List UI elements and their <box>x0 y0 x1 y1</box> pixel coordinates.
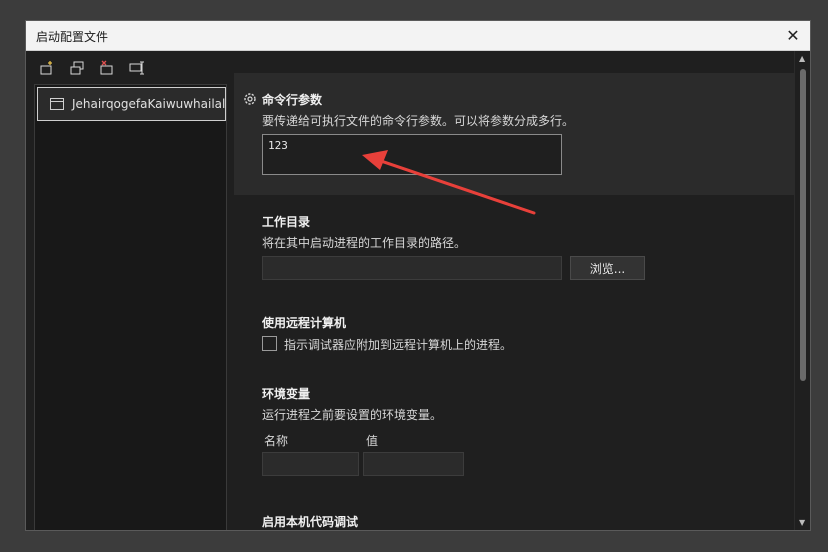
settings-panel: 命令行参数 要传递给可执行文件的命令行参数。可以将参数分成多行。 123 工作目… <box>234 51 794 530</box>
args-description: 要传递给可执行文件的命令行参数。可以将参数分成多行。 <box>262 114 575 128</box>
args-textarea[interactable]: 123 <box>262 134 562 175</box>
workdir-input[interactable] <box>262 256 562 280</box>
profiles-panel: JehairqogefaKaiwuwhailall ◀ ▶ <box>26 51 234 530</box>
env-title: 环境变量 <box>262 387 311 401</box>
close-icon[interactable]: ✕ <box>782 25 804 47</box>
browse-button[interactable]: 浏览... <box>570 256 645 280</box>
gear-icon <box>244 93 256 105</box>
profile-name: JehairqogefaKaiwuwhailall <box>72 97 226 111</box>
window-icon <box>50 98 64 110</box>
workdir-title: 工作目录 <box>262 215 311 229</box>
delete-profile-icon[interactable] <box>96 57 118 79</box>
scroll-thumb[interactable] <box>800 69 806 381</box>
copy-profile-icon[interactable] <box>66 57 88 79</box>
workdir-description: 将在其中启动进程的工作目录的路径。 <box>262 236 467 250</box>
env-value-header: 值 <box>366 434 379 448</box>
remote-checkbox-label[interactable]: 指示调试器应附加到远程计算机上的进程。 <box>284 336 512 353</box>
remote-title: 使用远程计算机 <box>262 316 347 330</box>
args-title: 命令行参数 <box>262 93 323 107</box>
list-item[interactable]: JehairqogefaKaiwuwhailall <box>37 87 226 121</box>
rename-profile-icon[interactable] <box>126 57 148 79</box>
env-name-header: 名称 <box>264 434 289 448</box>
env-value-input[interactable] <box>363 452 464 476</box>
profiles-toolbar <box>36 57 148 81</box>
launch-profiles-dialog: 启动配置文件 ✕ JehairqogefaKaiwuwhailall 命令行参数… <box>25 20 811 531</box>
scroll-down-icon[interactable]: ▼ <box>799 518 805 527</box>
native-debug-title: 启用本机代码调试 <box>262 515 359 529</box>
env-description: 运行进程之前要设置的环境变量。 <box>262 408 443 422</box>
scroll-up-icon[interactable]: ▲ <box>799 54 805 63</box>
vertical-scrollbar[interactable]: ▲ ▼ <box>794 51 810 530</box>
title-bar: 启动配置文件 ✕ <box>26 21 810 51</box>
new-profile-icon[interactable] <box>36 57 58 79</box>
remote-checkbox[interactable] <box>262 336 277 351</box>
dialog-title: 启动配置文件 <box>36 30 109 44</box>
env-name-input[interactable] <box>262 452 359 476</box>
profile-list: JehairqogefaKaiwuwhailall ◀ ▶ <box>34 84 227 530</box>
